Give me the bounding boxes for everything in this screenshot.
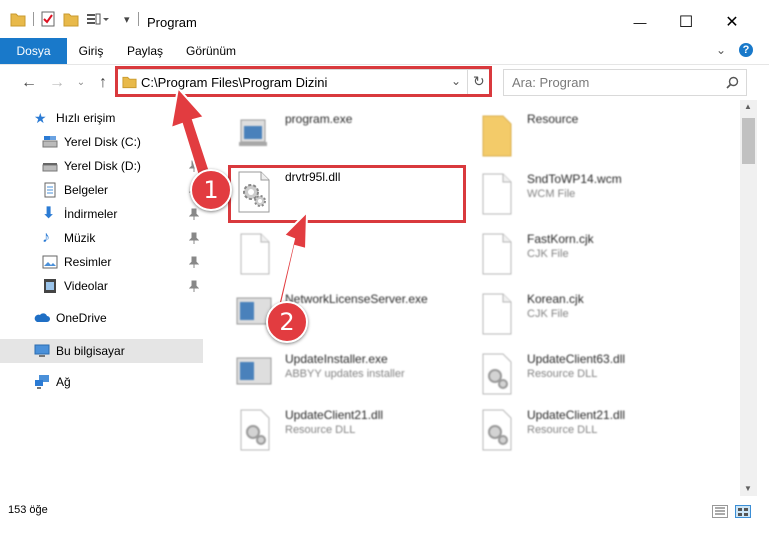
step-badge-2: 2	[266, 301, 308, 343]
annotation-arrows	[169, 85, 309, 316]
arrow-to-file	[276, 209, 309, 316]
arrow-to-address-bar	[169, 85, 214, 184]
step-badge-1: 1	[190, 169, 232, 211]
